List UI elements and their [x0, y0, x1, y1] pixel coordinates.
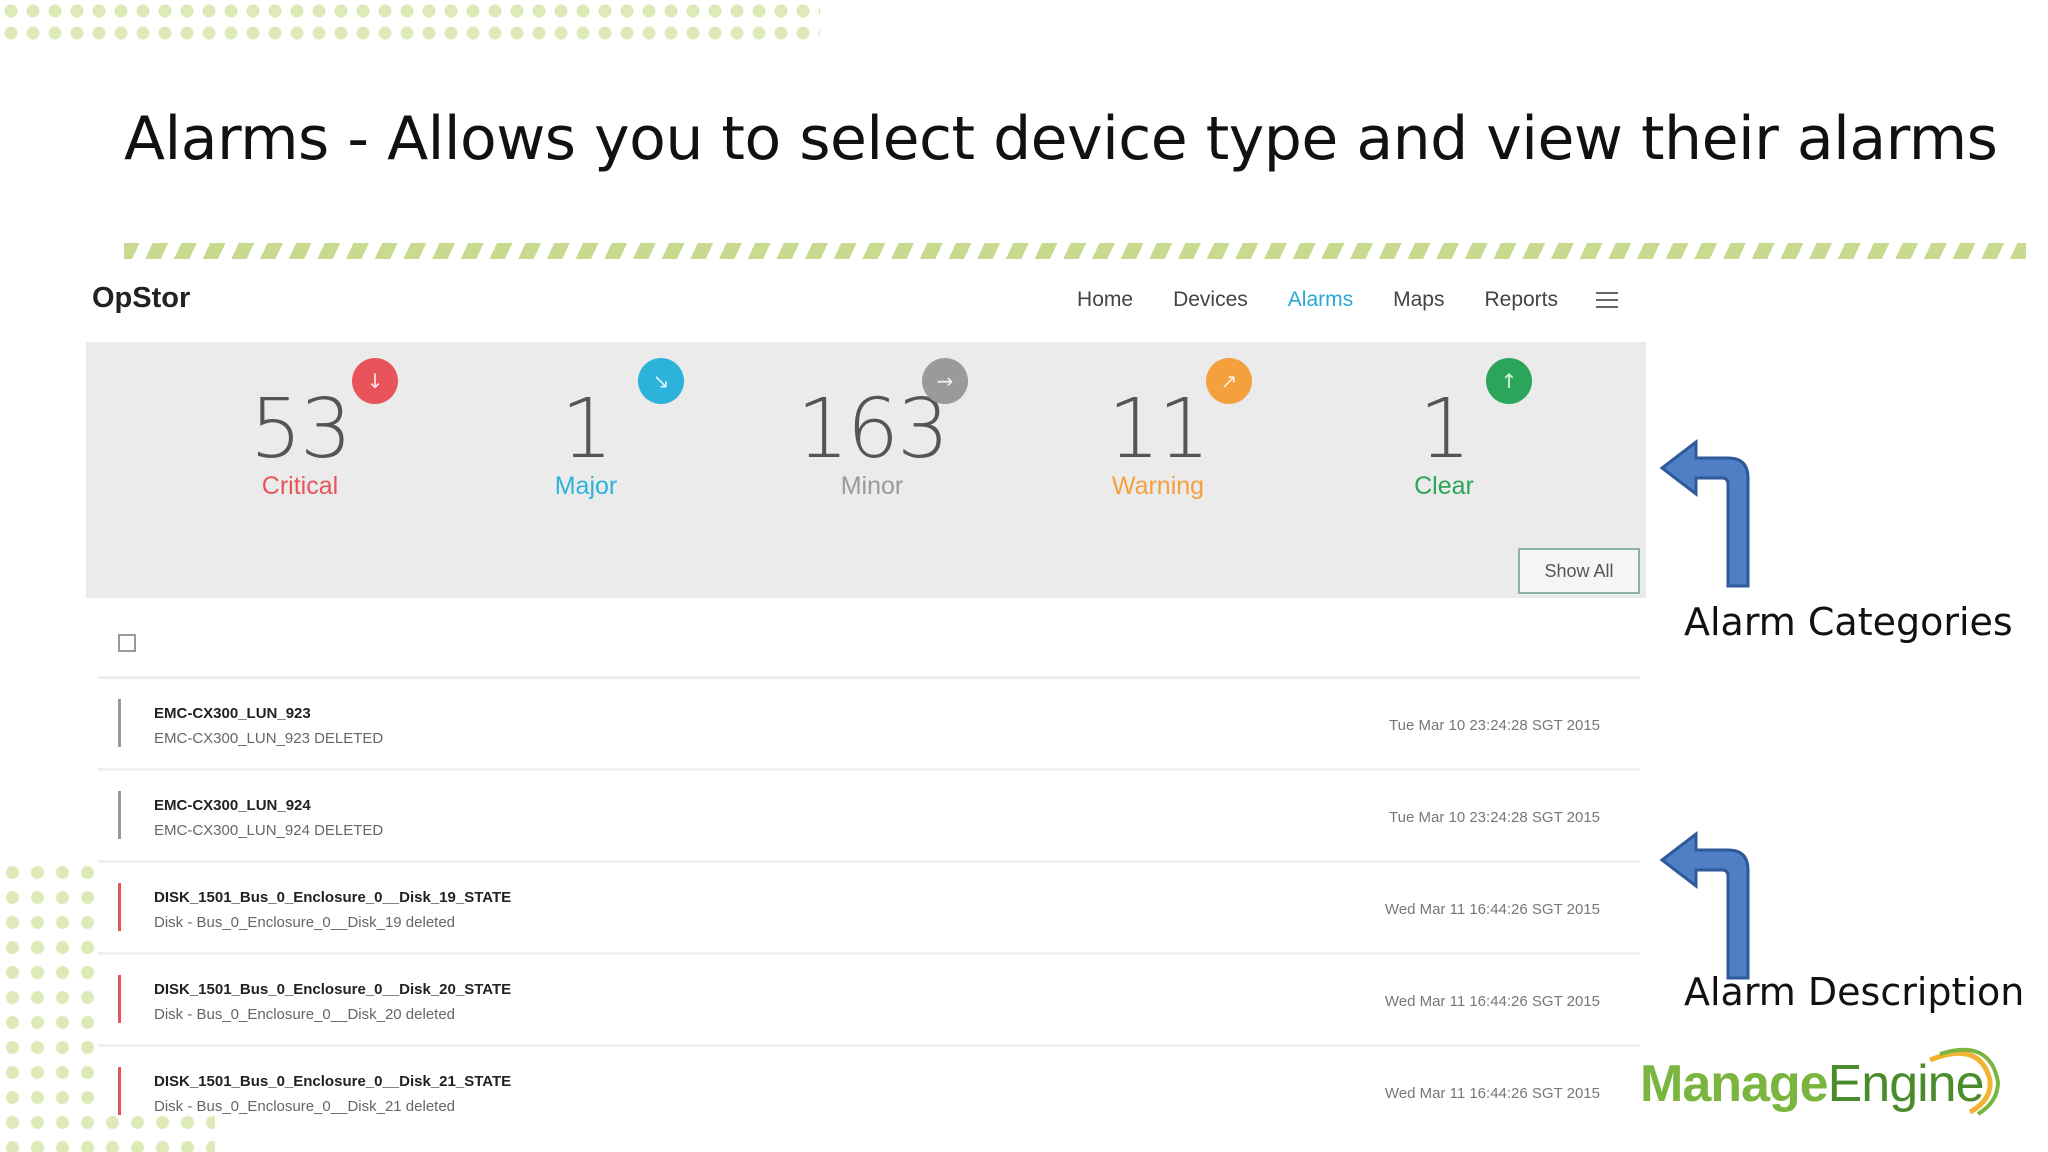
alarm-list: EMC-CX300_LUN_923 EMC-CX300_LUN_923 DELE…: [98, 606, 1640, 1116]
severity-indicator: [118, 699, 121, 747]
alarm-description: Disk - Bus_0_Enclosure_0__Disk_20 delete…: [154, 1006, 456, 1023]
app-header: OpStor Home Devices Alarms Maps Reports: [86, 270, 1646, 344]
app-screenshot: OpStor Home Devices Alarms Maps Reports …: [86, 270, 1646, 1116]
category-major[interactable]: 1 Major ↘: [466, 342, 706, 522]
alarm-name: EMC-CX300_LUN_923: [154, 705, 311, 722]
severity-indicator: [118, 1067, 121, 1115]
severity-indicator: [118, 791, 121, 839]
alarm-row[interactable]: DISK_1501_Bus_0_Enclosure_0__Disk_21_STA…: [98, 1047, 1640, 1116]
logo-swoosh-icon: [1929, 1047, 2001, 1116]
alarm-name: EMC-CX300_LUN_924: [154, 797, 311, 814]
alarm-time: Wed Mar 11 16:44:26 SGT 2015: [1384, 993, 1600, 1010]
nav-item-reports[interactable]: Reports: [1484, 288, 1558, 312]
annotation-alarm-description: Alarm Description: [1684, 970, 2025, 1014]
severity-indicator: [118, 975, 121, 1023]
top-nav: Home Devices Alarms Maps Reports: [1037, 288, 1618, 312]
annotation-arrow-categories-icon: [1659, 438, 1750, 588]
alarm-name: DISK_1501_Bus_0_Enclosure_0__Disk_21_STA…: [154, 1073, 512, 1090]
alarm-summary-panel: 53 Critical ↓ 1 Major ↘ 163 Minor → 11 W…: [86, 342, 1646, 598]
category-label: Major: [554, 472, 618, 500]
alarm-row[interactable]: DISK_1501_Bus_0_Enclosure_0__Disk_20_STA…: [98, 955, 1640, 1047]
select-all-checkbox[interactable]: [118, 634, 136, 652]
category-minor[interactable]: 163 Minor →: [752, 342, 992, 522]
alarm-description: Disk - Bus_0_Enclosure_0__Disk_21 delete…: [154, 1098, 456, 1115]
alarm-name: DISK_1501_Bus_0_Enclosure_0__Disk_19_STA…: [154, 889, 512, 906]
category-warning[interactable]: 11 Warning ↗: [1038, 342, 1278, 522]
alarm-row[interactable]: EMC-CX300_LUN_923 EMC-CX300_LUN_923 DELE…: [98, 679, 1640, 771]
nav-item-alarms[interactable]: Alarms: [1288, 288, 1353, 312]
annotation-alarm-categories: Alarm Categories: [1684, 600, 2013, 644]
logo-text-manage: Manage: [1640, 1055, 1829, 1113]
alarm-time: Tue Mar 10 23:24:28 SGT 2015: [1389, 717, 1600, 734]
hamburger-menu-icon[interactable]: [1596, 292, 1618, 308]
nav-item-devices[interactable]: Devices: [1173, 288, 1248, 312]
decorative-dots-top: [0, 0, 820, 48]
alarm-time: Wed Mar 11 16:44:26 SGT 2015: [1384, 901, 1600, 918]
alarm-name: DISK_1501_Bus_0_Enclosure_0__Disk_20_STA…: [154, 981, 512, 998]
category-label: Warning: [1111, 472, 1205, 500]
decorative-dashed-line: [124, 243, 2026, 259]
category-count: 1: [1418, 382, 1471, 477]
arrow-right-icon: →: [922, 358, 968, 404]
arrow-down-right-icon: ↘: [638, 358, 684, 404]
alarm-row[interactable]: EMC-CX300_LUN_924 EMC-CX300_LUN_924 DELE…: [98, 771, 1640, 863]
alarm-description: EMC-CX300_LUN_924 DELETED: [154, 822, 384, 839]
alarm-time: Tue Mar 10 23:24:28 SGT 2015: [1389, 809, 1600, 826]
alarm-time: Wed Mar 11 16:44:26 SGT 2015: [1384, 1085, 1600, 1102]
severity-indicator: [118, 883, 121, 931]
alarm-description: Disk - Bus_0_Enclosure_0__Disk_19 delete…: [154, 914, 456, 931]
alarm-list-header: [98, 606, 1640, 679]
nav-item-maps[interactable]: Maps: [1393, 288, 1444, 312]
arrow-up-right-icon: ↗: [1206, 358, 1252, 404]
alarm-description: EMC-CX300_LUN_923 DELETED: [154, 730, 384, 747]
category-clear[interactable]: 1 Clear ↑: [1324, 342, 1564, 522]
category-critical[interactable]: 53 Critical ↓: [180, 342, 420, 522]
alarm-row[interactable]: DISK_1501_Bus_0_Enclosure_0__Disk_19_STA…: [98, 863, 1640, 955]
nav-item-home[interactable]: Home: [1077, 288, 1133, 312]
category-label: Clear: [1414, 472, 1474, 500]
category-label: Minor: [840, 472, 904, 500]
slide-title: Alarms - Allows you to select device typ…: [124, 104, 1998, 174]
category-label: Critical: [261, 472, 339, 500]
arrow-up-icon: ↑: [1486, 358, 1532, 404]
annotation-arrow-description-icon: [1659, 830, 1750, 980]
brand-logo: OpStor: [92, 282, 191, 314]
arrow-down-icon: ↓: [352, 358, 398, 404]
show-all-button[interactable]: Show All: [1518, 548, 1640, 594]
